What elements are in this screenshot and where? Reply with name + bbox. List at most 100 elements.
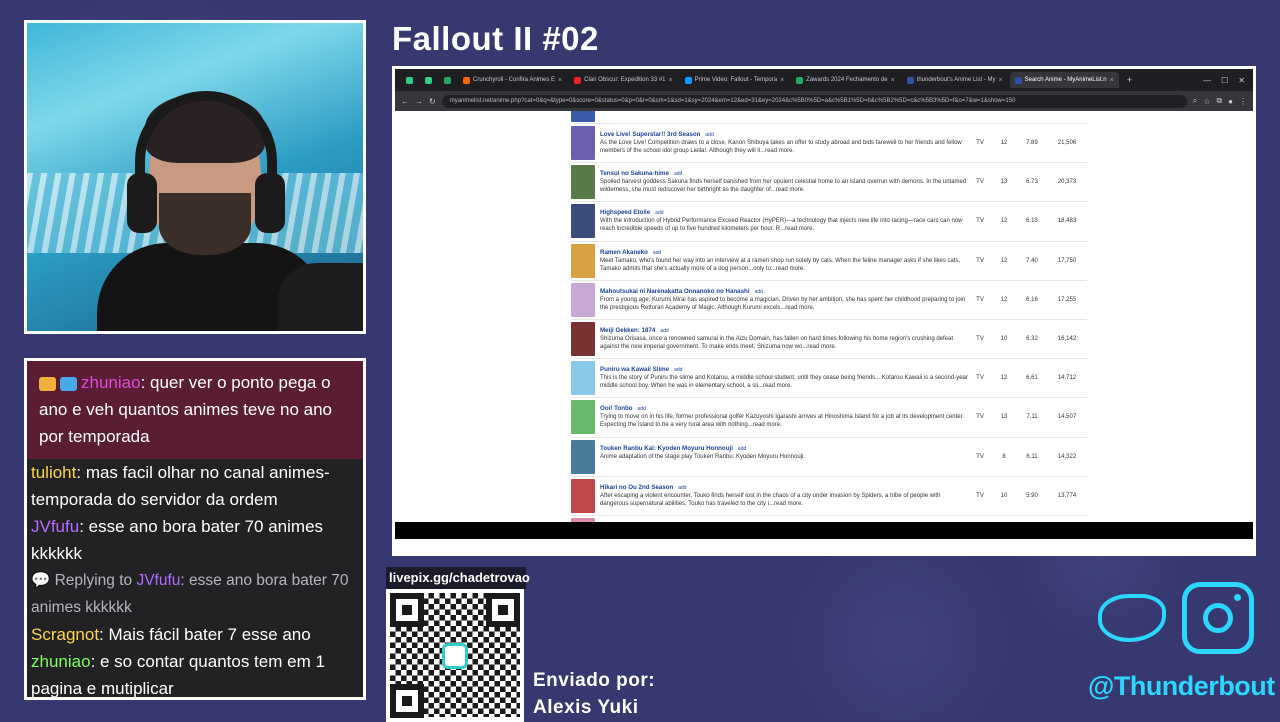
browser-tab[interactable] xyxy=(439,72,456,88)
anime-score: 6.13 xyxy=(1026,218,1038,225)
menu-icon[interactable]: ⋮ xyxy=(1239,97,1247,106)
mal-icon xyxy=(906,76,914,84)
new-tab-icon[interactable]: + xyxy=(1127,75,1132,85)
anime-synopsis: Meet Tamako, who's found her way into an… xyxy=(600,257,961,272)
anime-episodes: 10 xyxy=(1000,336,1008,343)
anime-title-link[interactable]: Ramen Akaneko xyxy=(600,249,648,256)
browser-tab[interactable] xyxy=(420,72,437,88)
anime-title-link[interactable]: Ooi! Tonbo xyxy=(600,405,633,412)
tab-close-icon[interactable]: × xyxy=(780,77,784,84)
anime-thumbnail[interactable] xyxy=(571,243,595,278)
add-to-list-link[interactable]: add xyxy=(674,366,682,374)
add-to-list-link[interactable]: add xyxy=(653,249,661,257)
add-to-list-link[interactable]: add xyxy=(738,445,746,453)
browser-tab[interactable] xyxy=(401,72,418,88)
add-to-list-link[interactable]: add xyxy=(674,170,682,178)
anime-type: TV xyxy=(976,453,984,460)
chat-panel: zhuniao: quer ver o ponto pega o ano e v… xyxy=(24,358,366,700)
tab-close-icon[interactable]: × xyxy=(669,77,673,84)
anime-info: Mahoutsukai ni Narenakatta Onnanoko no H… xyxy=(600,288,969,312)
anime-thumbnail[interactable] xyxy=(571,282,595,317)
sheets-icon xyxy=(444,76,451,84)
twitter-icon xyxy=(1090,582,1174,652)
anime-title-link[interactable]: Highspeed Etoile xyxy=(600,209,650,216)
forward-icon[interactable]: → xyxy=(415,97,423,106)
anime-episodes: 13 xyxy=(1000,414,1008,421)
livepix-qr: livepix.gg/chadetrovao xyxy=(386,567,530,722)
anime-score: 7.40 xyxy=(1026,257,1038,264)
anime-synopsis xyxy=(600,111,969,123)
tab-label: thunderbout's Anime List - My xyxy=(916,77,996,83)
anime-title-link[interactable]: Tensui no Sakuna-hime xyxy=(600,170,669,177)
anime-title-link[interactable]: Hikari no Ou 2nd Season xyxy=(600,484,673,491)
add-to-list-link[interactable]: add xyxy=(705,131,713,139)
browser-tab[interactable]: thunderbout's Anime List - My × xyxy=(902,72,1008,88)
tab-close-icon[interactable]: × xyxy=(558,77,562,84)
chat-username[interactable]: zhuniao xyxy=(31,652,91,671)
chat-username[interactable]: JVfufu xyxy=(136,572,180,589)
tab-close-icon[interactable]: × xyxy=(1110,77,1114,84)
chat-username[interactable]: zhuniao xyxy=(81,373,141,392)
tab-close-icon[interactable]: × xyxy=(999,77,1003,84)
browser-tab[interactable]: Zawards 2024 Fechamento de × xyxy=(791,72,899,88)
anime-title-link[interactable]: Mahoutsukai ni Narenakatta Onnanoko no H… xyxy=(600,288,750,295)
chat-reply-message: 💬 Replying to JVfufu: esse ano bora bate… xyxy=(27,567,363,621)
anime-episodes: 12 xyxy=(1000,140,1008,147)
zoom-icon[interactable]: ⌕ xyxy=(1193,96,1197,106)
add-to-list-link[interactable]: add xyxy=(655,209,663,217)
browser-tab[interactable]: Crunchyroll - Confira Animes E × xyxy=(458,72,567,88)
anime-type: TV xyxy=(976,218,984,225)
tab-bar: Crunchyroll - Confira Animes E × Clair Obs… xyxy=(395,69,1253,91)
video-bottom-strip xyxy=(395,522,1253,539)
anime-synopsis: Trying to move on in his life, former pr… xyxy=(600,414,964,429)
add-to-list-link[interactable]: add xyxy=(660,327,668,335)
anime-info: Highspeed Etoile add With the introduction… xyxy=(600,209,969,233)
browser-tab[interactable]: Clair Obscur: Expedition 33 #1 × xyxy=(569,72,677,88)
anime-members: 14,322 xyxy=(1057,453,1077,460)
reload-icon[interactable]: ↻ xyxy=(429,97,436,106)
anime-title-link[interactable]: Puniru wa Kawaii Slime xyxy=(600,366,669,373)
chat-username[interactable]: JVfufu xyxy=(31,517,79,536)
anime-members: 18,483 xyxy=(1057,218,1077,225)
anime-thumbnail[interactable] xyxy=(571,439,595,474)
anime-synopsis: Spoiled harvest goddess Sakuna finds her… xyxy=(600,179,967,194)
anime-thumbnail[interactable] xyxy=(571,126,595,161)
back-icon[interactable]: ← xyxy=(401,97,409,106)
add-to-list-link[interactable]: add xyxy=(755,288,763,296)
qr-code xyxy=(386,589,524,722)
url-field[interactable]: myanimelist.net/anime.php?cat=0&q=&type=… xyxy=(441,94,1187,108)
anime-synopsis: As the Love Live! Competition draws to a… xyxy=(600,140,962,155)
anime-title-link[interactable]: Love Live! Superstar!! 3rd Season xyxy=(600,131,700,138)
table-row: Ramen Akaneko add Meet Tamako, who's found… xyxy=(571,242,1087,281)
anime-synopsis: From a young age, Kurumi Mirai has aspir… xyxy=(600,296,966,311)
chat-username[interactable]: tulioht xyxy=(31,463,76,482)
table-row: Puniru wa Kawaii Slime add This is the sto… xyxy=(571,359,1087,399)
tab-close-icon[interactable]: × xyxy=(891,77,895,84)
anime-title-link[interactable]: Meiji Gekken: 1874 xyxy=(600,327,655,334)
anime-thumbnail[interactable] xyxy=(571,361,595,396)
maximize-icon[interactable]: ☐ xyxy=(1221,76,1228,85)
browser-tab[interactable]: Search Anime - MyAnimeList.n × xyxy=(1009,72,1119,88)
anime-score: 6.16 xyxy=(1026,296,1038,303)
table-row: Ooi! Tonbo add Trying to move on in his li… xyxy=(571,398,1087,438)
minimize-icon[interactable]: — xyxy=(1203,76,1211,85)
anime-thumbnail[interactable] xyxy=(571,204,595,239)
add-to-list-link[interactable]: add xyxy=(638,405,646,413)
anime-thumbnail[interactable] xyxy=(571,322,595,357)
chat-username[interactable]: Scragnot xyxy=(31,625,99,644)
browser-tab[interactable]: Prime Video: Fallout - Tempora × xyxy=(680,72,790,88)
anime-thumbnail[interactable] xyxy=(571,111,595,122)
anime-score: 6.73 xyxy=(1026,179,1038,186)
bookmark-star-icon[interactable]: ☆ xyxy=(1203,97,1210,106)
profile-icon[interactable]: ● xyxy=(1228,97,1233,106)
add-to-list-link[interactable]: add xyxy=(678,484,686,492)
close-icon[interactable]: ✕ xyxy=(1238,76,1245,85)
stream-title: Fallout II #02 xyxy=(392,20,599,57)
anime-thumbnail[interactable] xyxy=(571,400,595,435)
anime-episodes: 12 xyxy=(1000,375,1008,382)
extensions-icon[interactable]: ⧉ xyxy=(1216,96,1222,106)
anime-thumbnail[interactable] xyxy=(571,478,595,513)
anime-episodes: 10 xyxy=(1000,492,1008,499)
anime-title-link[interactable]: Touken Ranbu Kai: Kyoden Moyuru Honnouji xyxy=(600,445,733,452)
anime-thumbnail[interactable] xyxy=(571,165,595,200)
